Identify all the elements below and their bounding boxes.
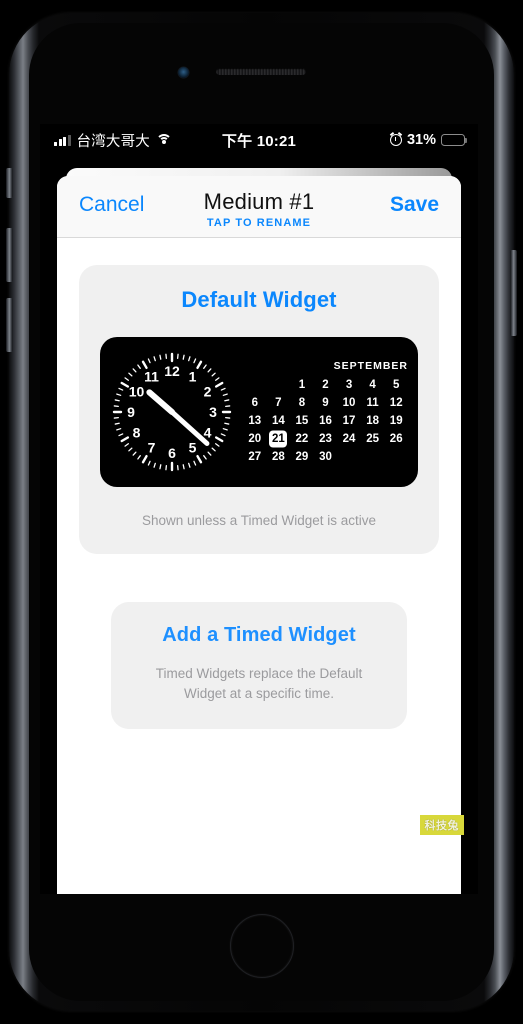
tap-to-rename-hint[interactable]: TAP TO RENAME	[57, 217, 461, 229]
calendar-day: 1	[298, 378, 306, 391]
svg-text:12: 12	[164, 363, 180, 379]
status-bar: 台湾大哥大 下午 10:21 31%	[40, 124, 478, 156]
svg-text:9: 9	[127, 404, 135, 420]
calendar-day: 25	[366, 432, 380, 445]
svg-text:8: 8	[132, 425, 140, 441]
volume-up-button[interactable]	[6, 228, 13, 282]
calendar-day: 27	[248, 450, 262, 463]
calendar-day: 4	[369, 378, 376, 391]
svg-text:1: 1	[188, 369, 196, 385]
earpiece-speaker-icon	[216, 68, 306, 75]
save-button[interactable]: Save	[390, 193, 439, 217]
svg-text:3: 3	[209, 404, 217, 420]
calendar-grid: 1 2 3 4 5 6 7 8 9 10 11 12 13 14 15 16 17 18 19 20 21 22 23 24 2…	[243, 377, 408, 465]
default-widget-title: Default Widget	[181, 287, 337, 312]
calendar-day: 13	[248, 414, 262, 427]
sheet-body: Default Widget 12 1 2 3 4 5 6 7 8 9 10 11	[57, 238, 461, 730]
calendar-day-empty	[243, 377, 267, 393]
front-camera-icon	[178, 67, 189, 78]
calendar-day: 11	[366, 396, 379, 409]
add-timed-widget-card[interactable]: Add a Timed Widget Timed Widgets replace…	[111, 602, 407, 730]
calendar-day: 20	[248, 432, 262, 445]
calendar-day: 12	[389, 396, 403, 409]
calendar-day: 22	[295, 432, 309, 445]
status-bar-right: 31%	[389, 132, 468, 148]
calendar-day-empty	[361, 449, 385, 465]
calendar-day: 23	[319, 432, 332, 445]
svg-text:5: 5	[188, 440, 196, 456]
calendar-day: 17	[342, 414, 356, 427]
calendar-day: 9	[322, 396, 329, 409]
home-button[interactable]	[230, 914, 294, 978]
calendar-day: 7	[275, 396, 282, 409]
alarm-clock-icon	[389, 134, 402, 146]
calendar-day: 26	[389, 432, 403, 445]
calendar-day: 3	[345, 378, 353, 391]
volume-down-button[interactable]	[6, 298, 13, 352]
svg-text:2: 2	[203, 384, 211, 400]
watermark: 科技兔	[419, 815, 464, 835]
calendar-day: 15	[295, 414, 309, 427]
battery-icon	[441, 134, 468, 146]
widget-editor-sheet: Cancel Medium #1 TAP TO RENAME Save Defa…	[57, 176, 461, 894]
calendar-day: 29	[295, 450, 309, 463]
calendar-day: 6	[251, 396, 258, 409]
calendar-day: 8	[298, 396, 306, 409]
svg-text:6: 6	[168, 445, 176, 461]
calendar-day: 2	[322, 378, 329, 391]
clock-face-svg: 12 1234567891011	[112, 352, 231, 472]
calendar-day-today: 21	[267, 431, 291, 447]
screenshot-stage: 台湾大哥大 下午 10:21 31% Cancel Medium #1 TAP …	[0, 0, 523, 1024]
calendar-day-empty	[267, 377, 291, 393]
calendar-month-label: SEPTEMBER	[333, 359, 408, 372]
calendar-day: 28	[271, 450, 285, 463]
navigation-bar: Cancel Medium #1 TAP TO RENAME Save	[57, 176, 461, 238]
calendar-day: 30	[319, 450, 332, 463]
calendar-day: 5	[393, 378, 400, 391]
phone-screen: 台湾大哥大 下午 10:21 31% Cancel Medium #1 TAP …	[40, 124, 478, 894]
calendar-day-empty	[337, 449, 361, 465]
calendar-widget: SEPTEMBER 1 2 3 4 5 6 7 8 9 10 11 12 13 14 15 16 17 18 19 2…	[243, 360, 418, 465]
calendar-day: 18	[366, 414, 380, 427]
svg-text:10: 10	[128, 384, 144, 400]
widget-preview[interactable]: 12 1 2 3 4 5 6 7 8 9 10 11 SEPTEMBER 1 2 3 4 5 6 7 8 9 10 11 1…	[100, 337, 418, 487]
battery-percent-label: 31%	[406, 132, 436, 148]
calendar-day: 19	[389, 414, 403, 427]
silent-switch[interactable]	[6, 168, 13, 198]
analog-clock-icon: 12 1 2 3 4 5 6 7 8 9 10 11	[100, 348, 243, 476]
calendar-day: 16	[319, 414, 332, 427]
calendar-day-empty	[384, 449, 408, 465]
add-timed-widget-button[interactable]: Add a Timed Widget	[137, 624, 381, 647]
calendar-day: 14	[271, 414, 285, 427]
svg-text:7: 7	[147, 440, 155, 456]
power-button[interactable]	[510, 250, 517, 336]
add-timed-widget-description: Timed Widgets replace the Default Widget…	[155, 666, 363, 701]
default-widget-note: Shown unless a Timed Widget is active	[141, 513, 377, 528]
calendar-day: 24	[342, 432, 356, 445]
svg-text:11: 11	[144, 369, 159, 385]
calendar-day: 10	[342, 396, 356, 409]
default-widget-card[interactable]: Default Widget 12 1 2 3 4 5 6 7 8 9 10 11	[79, 265, 439, 554]
